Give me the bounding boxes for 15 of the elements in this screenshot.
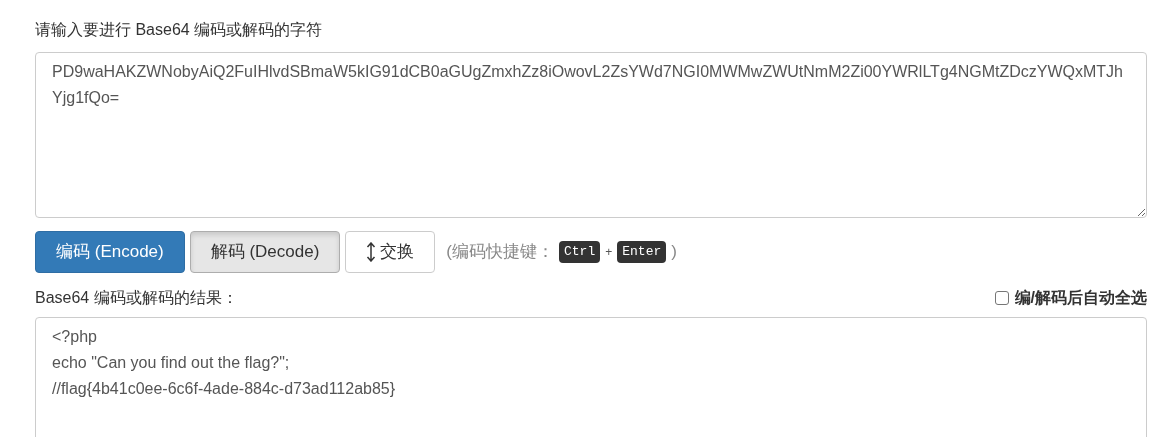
swap-button[interactable]: 交换	[345, 231, 436, 273]
result-field[interactable]: <?php echo "Can you find out the flag?"; //flag{4b41c0ee-6c6f-4ade-884c-d73ad112ab85}	[35, 317, 1147, 437]
shortcut-hint-close: )	[671, 241, 677, 264]
checkbox[interactable]	[994, 291, 1009, 305]
result-label: Base64 编码或解码的结果：	[35, 288, 238, 308]
shortcut-hint: (编码快捷键：	[446, 241, 554, 264]
auto-select-label: 编/解码后自动全选	[1014, 288, 1147, 308]
plus-sign: +	[605, 244, 613, 261]
input-field[interactable]: PD9waHAKZWNobyAiQ2FuIHlvdSBmaW5kIG91dCB0aGUgZmxhZz8iOwovL2ZsYWd7NGI0MWMwZWUtNmM2Zi00YWRlLTg4NGMtZDczYWQxMTJhYjg1fQo=	[35, 52, 1147, 218]
key-cap: Ctrl	[559, 241, 601, 263]
encode-button[interactable]: 编码 (Encode)	[35, 231, 185, 273]
decode-button[interactable]: 解码 (Decode)	[189, 231, 341, 273]
input-label: 请输入要进行 Base64 编码或解码的字符	[35, 20, 323, 40]
up-down-arrow-icon	[366, 242, 377, 262]
key-cap: Enter	[617, 241, 667, 263]
